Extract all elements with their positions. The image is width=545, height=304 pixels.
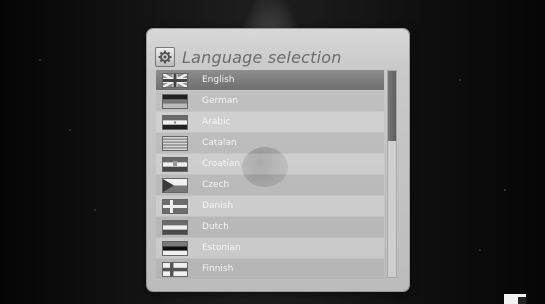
germany-flag-icon	[162, 93, 188, 109]
language-item-croatian[interactable]: Croatian	[156, 154, 384, 174]
language-label: Croatian	[202, 159, 241, 169]
language-label: German	[202, 96, 239, 106]
denmark-flag-icon	[162, 198, 188, 214]
language-item-catalan[interactable]: Catalan	[156, 133, 384, 153]
language-label: Catalan	[202, 138, 237, 148]
language-item-dutch[interactable]: Dutch	[156, 217, 384, 237]
language-item-english[interactable]: English	[156, 70, 384, 90]
language-item-czech[interactable]: Czech	[156, 175, 384, 195]
language-item-estonian[interactable]: Estonian	[156, 238, 384, 258]
czech-flag-icon	[162, 177, 188, 193]
language-label: Czech	[202, 180, 230, 190]
corner-indicator	[504, 294, 526, 304]
language-item-arabic[interactable]: Arabic	[156, 112, 384, 132]
language-label: Danish	[202, 201, 234, 211]
language-label: Arabic	[202, 117, 231, 127]
language-label: Estonian	[202, 243, 241, 253]
scrollbar-thumb[interactable]	[388, 71, 396, 141]
finland-flag-icon	[162, 261, 188, 277]
language-item-finnish[interactable]: Finnish	[156, 259, 384, 279]
language-selection-dialog: Language selection English German Arabic…	[147, 29, 409, 291]
language-list: English German Arabic Catalan Croatian C…	[156, 70, 384, 279]
language-label: Dutch	[202, 222, 229, 232]
catalonia-flag-icon	[162, 135, 188, 151]
language-item-german[interactable]: German	[156, 91, 384, 111]
dialog-header: Language selection	[155, 46, 342, 68]
language-item-danish[interactable]: Danish	[156, 196, 384, 216]
gear-icon	[155, 47, 175, 67]
dialog-title: Language selection	[182, 47, 342, 67]
uk-flag-icon	[162, 72, 188, 88]
language-label: English	[202, 75, 235, 85]
language-label: Finnish	[202, 264, 234, 274]
estonia-flag-icon	[162, 240, 188, 256]
list-scrollbar[interactable]	[387, 70, 397, 278]
netherlands-flag-icon	[162, 219, 188, 235]
egypt-flag-icon	[162, 114, 188, 130]
croatia-flag-icon	[162, 156, 188, 172]
